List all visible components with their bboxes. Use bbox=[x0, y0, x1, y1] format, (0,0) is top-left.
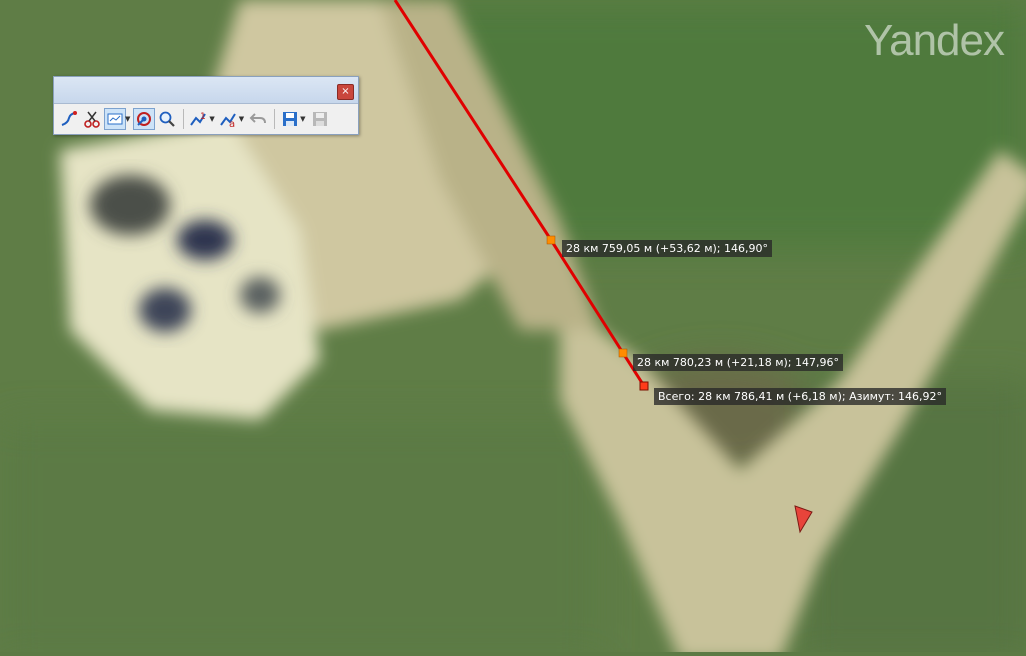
elevation-profile-icon[interactable]: 1 bbox=[188, 108, 210, 130]
measure-toolbar: × ▼ 1 ▼ a ▼ ▼ bbox=[53, 76, 359, 135]
chevron-down-icon[interactable]: ▼ bbox=[125, 115, 130, 123]
label-tool-icon[interactable]: a bbox=[218, 108, 240, 130]
route-vertex bbox=[546, 235, 556, 245]
svg-text:1: 1 bbox=[200, 112, 206, 122]
cut-tool-icon[interactable] bbox=[81, 108, 103, 130]
undo-icon[interactable] bbox=[247, 108, 269, 130]
route-vertex bbox=[618, 348, 628, 358]
toolbar-separator bbox=[274, 109, 276, 129]
route-end-vertex bbox=[639, 381, 649, 391]
view-mode-icon[interactable] bbox=[104, 108, 126, 130]
toolbar-separator bbox=[183, 109, 185, 129]
chevron-down-icon[interactable]: ▼ bbox=[300, 115, 305, 123]
chevron-down-icon[interactable]: ▼ bbox=[239, 115, 244, 123]
close-button[interactable]: × bbox=[337, 84, 354, 100]
measure-tool-icon[interactable] bbox=[133, 108, 156, 130]
chevron-down-icon[interactable]: ▼ bbox=[209, 115, 214, 123]
draw-path-tool-icon[interactable] bbox=[58, 108, 80, 130]
segment-label-1: 28 км 759,05 м (+53,62 м); 146,90° bbox=[562, 240, 772, 257]
total-distance-label: Всего: 28 км 786,41 м (+6,18 м); Азимут:… bbox=[654, 388, 947, 405]
toolbar-titlebar[interactable]: × bbox=[54, 77, 358, 104]
zoom-search-icon[interactable] bbox=[156, 108, 178, 130]
svg-text:a: a bbox=[229, 119, 235, 128]
save-icon[interactable] bbox=[279, 108, 301, 130]
toolbar-buttons: ▼ 1 ▼ a ▼ ▼ bbox=[54, 104, 358, 134]
map-watermark: Yandex bbox=[864, 16, 1005, 65]
segment-label-2: 28 км 780,23 м (+21,18 м); 147,96° bbox=[633, 354, 843, 371]
save-all-icon[interactable] bbox=[309, 108, 331, 130]
